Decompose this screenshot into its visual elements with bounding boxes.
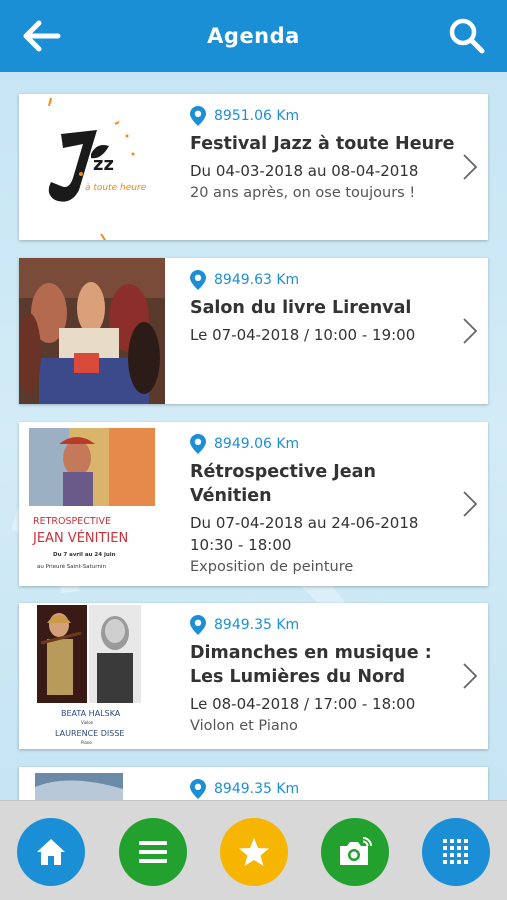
grid-icon bbox=[443, 839, 468, 864]
svg-text:JEAN VÉNITIEN: JEAN VÉNITIEN bbox=[32, 530, 128, 546]
event-thumbnail bbox=[19, 258, 165, 404]
event-title-line: Vénitien bbox=[190, 486, 272, 506]
event-list[interactable]: zz à toute heure 8951.06 Km Festival Jaz… bbox=[0, 72, 507, 800]
distance-text: 8951.06 Km bbox=[214, 108, 300, 124]
event-title: Festival Jazz à toute Heure bbox=[190, 134, 455, 154]
event-title: Dimanches en musique : Les Lumières du N… bbox=[190, 641, 448, 689]
location-pin-icon bbox=[190, 106, 206, 126]
event-title-line: Rétrospective Jean bbox=[190, 462, 376, 482]
bottom-navigation bbox=[0, 800, 507, 900]
event-distance: 8949.06 Km bbox=[190, 434, 448, 454]
location-pin-icon bbox=[190, 615, 206, 635]
search-icon bbox=[449, 18, 485, 54]
event-thumbnail: BEATA HALSKA Violon LAURENCE DISSE Piano bbox=[19, 603, 165, 749]
event-card[interactable]: zz à toute heure 8951.06 Km Festival Jaz… bbox=[19, 94, 488, 240]
event-title: Rétrospective Jean Vénitien bbox=[190, 460, 448, 508]
event-description: Violon et Piano bbox=[190, 718, 298, 734]
event-card[interactable]: 8949.35 Km bbox=[19, 767, 488, 800]
app-header: Agenda bbox=[0, 0, 507, 72]
menu-button[interactable] bbox=[119, 818, 187, 886]
jazz-logo-image: zz à toute heure bbox=[48, 97, 147, 240]
grid-button[interactable] bbox=[422, 818, 490, 886]
svg-text:Piano: Piano bbox=[81, 740, 92, 745]
event-card[interactable]: 8949.63 Km Salon du livre Lirenval Le 07… bbox=[19, 258, 488, 404]
event-thumbnail bbox=[19, 767, 165, 800]
svg-text:RETROSPECTIVE: RETROSPECTIVE bbox=[33, 516, 111, 527]
event-date: Du 07-04-2018 au 24-06-2018 bbox=[190, 514, 419, 532]
page-title: Agenda bbox=[207, 24, 300, 48]
star-icon bbox=[239, 838, 269, 866]
chevron-right-icon bbox=[463, 491, 478, 517]
svg-text:Du 7 avril au 24 juin: Du 7 avril au 24 juin bbox=[53, 552, 116, 558]
event-image bbox=[35, 773, 123, 800]
event-info: 8949.35 Km Dimanches en musique : Les Lu… bbox=[190, 615, 448, 737]
event-card[interactable]: RETROSPECTIVE JEAN VÉNITIEN Du 7 avril a… bbox=[19, 422, 488, 586]
location-pin-icon bbox=[190, 434, 206, 454]
camera-button[interactable] bbox=[321, 818, 389, 886]
svg-text:au Prieuré Saint-Saturnin: au Prieuré Saint-Saturnin bbox=[37, 563, 106, 570]
event-distance: 8949.35 Km bbox=[190, 779, 448, 799]
event-date: Le 08-04-2018 / 17:00 - 18:00 bbox=[190, 695, 416, 713]
chevron-right-icon bbox=[463, 154, 478, 180]
distance-text: 8949.63 Km bbox=[214, 272, 300, 288]
search-button[interactable] bbox=[447, 16, 487, 56]
svg-text:LAURENCE DISSE: LAURENCE DISSE bbox=[55, 729, 124, 738]
location-pin-icon bbox=[190, 779, 206, 799]
event-time: 10:30 - 18:00 bbox=[190, 536, 292, 554]
event-info: 8949.06 Km Rétrospective Jean Vénitien D… bbox=[190, 434, 448, 578]
svg-text:à toute heure: à toute heure bbox=[85, 183, 147, 193]
svg-text:Violon: Violon bbox=[81, 720, 94, 725]
event-info: 8949.63 Km Salon du livre Lirenval Le 07… bbox=[190, 270, 448, 346]
back-button[interactable] bbox=[22, 18, 62, 54]
svg-text:zz: zz bbox=[93, 154, 114, 175]
svg-text:BEATA HALSKA: BEATA HALSKA bbox=[61, 709, 121, 718]
list-icon bbox=[139, 841, 167, 863]
event-thumbnail: RETROSPECTIVE JEAN VÉNITIEN Du 7 avril a… bbox=[19, 422, 165, 586]
camera-icon bbox=[340, 837, 372, 865]
event-title-line: Les Lumières du Nord bbox=[190, 667, 406, 687]
event-title: Salon du livre Lirenval bbox=[190, 298, 412, 318]
event-thumbnail: zz à toute heure bbox=[19, 94, 165, 240]
event-distance: 8949.35 Km bbox=[190, 615, 448, 635]
concert-poster-image: BEATA HALSKA Violon LAURENCE DISSE Piano bbox=[37, 605, 141, 745]
event-info: 8951.06 Km Festival Jazz à toute Heure D… bbox=[190, 106, 455, 204]
event-card[interactable]: BEATA HALSKA Violon LAURENCE DISSE Piano… bbox=[19, 603, 488, 749]
chevron-right-icon bbox=[463, 318, 478, 344]
favorites-button[interactable] bbox=[220, 818, 288, 886]
event-description: 20 ans après, on ose toujours ! bbox=[190, 185, 416, 201]
home-icon bbox=[37, 839, 65, 865]
chevron-right-icon bbox=[463, 663, 478, 689]
distance-text: 8949.35 Km bbox=[214, 617, 300, 633]
event-info: 8949.35 Km bbox=[190, 779, 448, 800]
event-distance: 8951.06 Km bbox=[190, 106, 448, 126]
event-date: Le 07-04-2018 / 10:00 - 19:00 bbox=[190, 326, 416, 344]
book-fair-photo bbox=[19, 258, 165, 404]
event-title-line: Dimanches en musique : bbox=[190, 643, 432, 663]
distance-text: 8949.06 Km bbox=[214, 436, 300, 452]
location-pin-icon bbox=[190, 270, 206, 290]
arrow-left-icon bbox=[23, 20, 61, 52]
retrospective-poster-image: RETROSPECTIVE JEAN VÉNITIEN Du 7 avril a… bbox=[29, 428, 155, 576]
event-date: Du 04-03-2018 au 08-04-2018 bbox=[190, 162, 419, 180]
distance-text: 8949.35 Km bbox=[214, 781, 300, 797]
event-distance: 8949.63 Km bbox=[190, 270, 448, 290]
event-description: Exposition de peinture bbox=[190, 559, 354, 575]
home-button[interactable] bbox=[17, 818, 85, 886]
